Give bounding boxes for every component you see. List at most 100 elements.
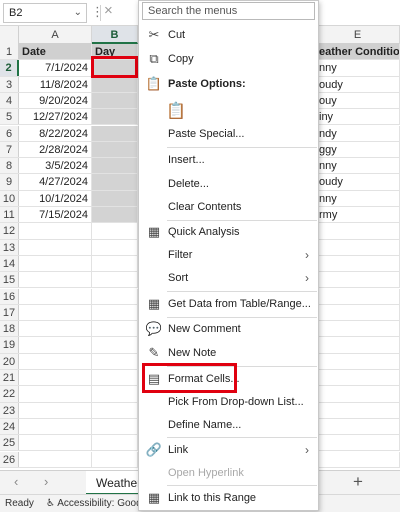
cell-b[interactable] <box>92 418 138 435</box>
cell-a[interactable] <box>19 386 92 402</box>
menu-item-new-comment[interactable]: 💬 New Comment <box>139 318 318 340</box>
cell-e[interactable]: ouy <box>316 92 400 109</box>
cell-a[interactable] <box>19 223 92 239</box>
cell-e[interactable] <box>316 386 400 402</box>
cell-b[interactable] <box>92 125 138 141</box>
cell-b[interactable] <box>92 109 138 125</box>
cell-e[interactable]: nny <box>316 60 400 76</box>
cell-a[interactable] <box>19 321 92 337</box>
cell-a[interactable] <box>19 418 92 435</box>
cell-e[interactable] <box>316 304 400 321</box>
cancel-icon[interactable]: × <box>104 2 113 19</box>
cell-a[interactable] <box>19 255 92 272</box>
column-header-a[interactable]: A <box>19 26 92 44</box>
menu-item-paste-special[interactable]: Paste Special... <box>139 123 318 145</box>
menu-item-new-note[interactable]: ✎ New Note <box>139 342 318 364</box>
cell-b[interactable] <box>92 92 138 109</box>
row-header[interactable]: 13 <box>0 239 19 255</box>
cell-a[interactable] <box>19 402 92 418</box>
row-header[interactable]: 21 <box>0 370 19 386</box>
cell-a[interactable]: 7/15/2024 <box>19 207 92 223</box>
row-header[interactable]: 4 <box>0 92 19 109</box>
cell-b[interactable] <box>92 435 138 451</box>
sheet-prev-icon[interactable]: ‹ <box>14 474 18 489</box>
row-header[interactable]: 3 <box>0 76 19 92</box>
row-header[interactable]: 18 <box>0 321 19 337</box>
cell-e[interactable] <box>316 337 400 353</box>
cell-e[interactable] <box>316 402 400 418</box>
cell-a[interactable]: 2/28/2024 <box>19 141 92 158</box>
cell-e[interactable] <box>316 321 400 337</box>
cell-e[interactable]: ggy <box>316 141 400 158</box>
row-header[interactable]: 16 <box>0 288 19 304</box>
menu-item-filter[interactable]: Filter › <box>139 244 318 266</box>
column-header-e[interactable]: E <box>316 26 400 44</box>
cell-e[interactable] <box>316 451 400 467</box>
row-header[interactable]: 6 <box>0 125 19 141</box>
cell-a[interactable]: 11/8/2024 <box>19 76 92 92</box>
select-all-corner[interactable] <box>0 26 19 44</box>
cell-e[interactable] <box>316 239 400 255</box>
cell-a[interactable] <box>19 370 92 386</box>
row-header[interactable]: 2 <box>0 60 19 76</box>
menu-search-input[interactable]: Search the menus <box>142 2 315 20</box>
cell-e[interactable]: eather Condition <box>316 44 400 60</box>
cell-b[interactable] <box>92 272 138 288</box>
paste-values-button[interactable]: 📋 <box>139 98 318 124</box>
cell-a[interactable]: 10/1/2024 <box>19 190 92 206</box>
menu-item-quick-analysis[interactable]: ▦ Quick Analysis <box>139 221 318 243</box>
menu-item-link-to-range[interactable]: ▦ Link to this Range <box>139 487 318 509</box>
menu-item-get-data[interactable]: ▦ Get Data from Table/Range... <box>139 293 318 315</box>
cell-a[interactable] <box>19 451 92 467</box>
cell-b[interactable] <box>92 174 138 190</box>
row-header[interactable]: 11 <box>0 207 19 223</box>
menu-item-cut[interactable]: ✂ Cut <box>139 24 318 46</box>
cell-e[interactable]: oudy <box>316 174 400 190</box>
add-sheet-icon[interactable]: + <box>353 472 363 492</box>
row-header[interactable]: 5 <box>0 109 19 125</box>
cell-a[interactable] <box>19 337 92 353</box>
cell-b[interactable] <box>92 386 138 402</box>
row-header[interactable]: 1 <box>0 44 19 60</box>
row-header[interactable]: 26 <box>0 451 19 467</box>
cell-b[interactable] <box>92 255 138 272</box>
menu-item-sort[interactable]: Sort › <box>139 267 318 289</box>
cell-b[interactable] <box>92 288 138 304</box>
cell-e[interactable]: oudy <box>316 76 400 92</box>
row-header[interactable]: 24 <box>0 418 19 435</box>
cell-a[interactable]: 12/27/2024 <box>19 109 92 125</box>
name-box-dropdown-icon[interactable]: ⌄ <box>74 7 82 18</box>
column-header-b[interactable]: B <box>92 26 138 44</box>
row-header[interactable]: 15 <box>0 272 19 288</box>
row-header[interactable]: 12 <box>0 223 19 239</box>
cell-b[interactable] <box>92 190 138 206</box>
cell-e[interactable] <box>316 353 400 369</box>
cell-b[interactable] <box>92 158 138 174</box>
cell-b[interactable] <box>92 370 138 386</box>
cell-b[interactable] <box>92 304 138 321</box>
cell-b[interactable] <box>92 141 138 158</box>
cell-a[interactable]: Date <box>19 44 92 60</box>
cell-b[interactable] <box>92 76 138 92</box>
menu-item-insert[interactable]: Insert... <box>139 149 318 171</box>
cell-e[interactable] <box>316 272 400 288</box>
cell-a[interactable] <box>19 353 92 369</box>
row-header[interactable]: 23 <box>0 402 19 418</box>
cell-e[interactable] <box>316 370 400 386</box>
cell-b[interactable] <box>92 353 138 369</box>
cell-b[interactable] <box>92 337 138 353</box>
cell-b[interactable] <box>92 207 138 223</box>
row-header[interactable]: 7 <box>0 141 19 158</box>
row-header[interactable]: 19 <box>0 337 19 353</box>
cell-a[interactable] <box>19 239 92 255</box>
row-header[interactable]: 10 <box>0 190 19 206</box>
cell-e[interactable] <box>316 435 400 451</box>
menu-item-delete[interactable]: Delete... <box>139 173 318 195</box>
row-header[interactable]: 9 <box>0 174 19 190</box>
cell-a[interactable]: 8/22/2024 <box>19 125 92 141</box>
cell-a[interactable]: 7/1/2024 <box>19 60 92 76</box>
cell-e[interactable]: iny <box>316 109 400 125</box>
cell-a[interactable] <box>19 272 92 288</box>
menu-item-link[interactable]: 🔗 Link › <box>139 439 318 461</box>
name-box[interactable]: B2 ⌄ <box>3 3 87 23</box>
